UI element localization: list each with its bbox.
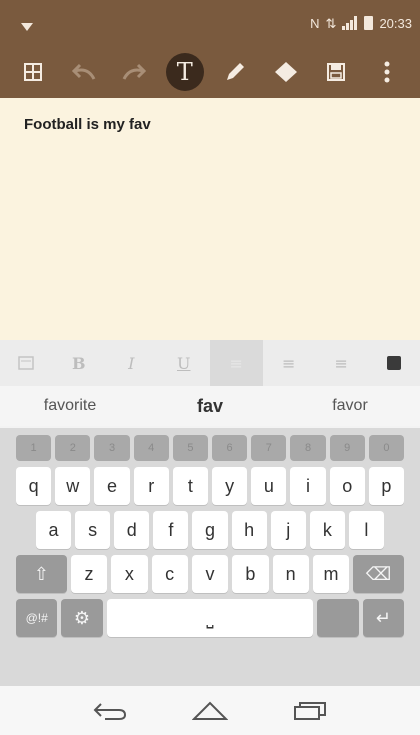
memo-editor[interactable]: Football is my fav xyxy=(0,98,420,340)
key-s[interactable]: s xyxy=(75,511,111,549)
key-m[interactable]: m xyxy=(312,555,350,593)
align-center-button[interactable]: ≡ xyxy=(263,340,316,386)
signal-icon: ⇅ xyxy=(325,15,337,31)
key-y[interactable]: y xyxy=(212,467,248,505)
italic-button[interactable]: I xyxy=(105,340,158,386)
wifi-signal-icon xyxy=(342,16,358,30)
letter-row-3: ⇧ z x c v b n m ⌫ xyxy=(16,555,405,593)
memo-app: N ⇅ 20:33 T Football is my fav B I U ≡ ≡… xyxy=(0,0,420,735)
grid-icon[interactable] xyxy=(14,53,52,91)
underline-button[interactable]: U xyxy=(158,340,211,386)
settings-key[interactable]: ⚙ xyxy=(61,599,103,637)
key-f[interactable]: f xyxy=(153,511,189,549)
nfc-icon: N xyxy=(310,15,320,31)
key-8[interactable]: 8 xyxy=(290,435,326,461)
backspace-key[interactable]: ⌫ xyxy=(353,555,405,593)
key-d[interactable]: d xyxy=(114,511,150,549)
status-icons: N ⇅ 20:33 xyxy=(310,10,412,36)
suggestion-right[interactable]: favor xyxy=(280,397,420,415)
key-4[interactable]: 4 xyxy=(133,435,169,461)
color-swatch xyxy=(386,356,401,370)
key-u[interactable]: u xyxy=(251,467,287,505)
undo-icon[interactable] xyxy=(65,53,103,91)
more-options-icon[interactable] xyxy=(368,53,406,91)
navigation-bar xyxy=(0,686,420,735)
key-h[interactable]: h xyxy=(231,511,267,549)
bold-button[interactable]: B xyxy=(53,340,106,386)
save-icon[interactable] xyxy=(317,53,355,91)
key-n[interactable]: n xyxy=(272,555,309,593)
key-9[interactable]: 9 xyxy=(329,435,365,461)
symbols-key[interactable]: @!# xyxy=(16,599,58,637)
key-o[interactable]: o xyxy=(329,467,365,505)
key-e[interactable]: e xyxy=(94,467,130,505)
key-k[interactable]: k xyxy=(309,511,345,549)
key-l[interactable]: l xyxy=(348,511,384,549)
letter-row-2: a s d f g h j k l xyxy=(16,511,404,549)
bottom-row: @!# ⚙ ⎵ ↵ xyxy=(16,599,404,637)
redo-icon[interactable] xyxy=(115,53,153,91)
battery-icon xyxy=(364,16,374,30)
key-6[interactable]: 6 xyxy=(212,435,248,461)
pen-icon[interactable] xyxy=(216,53,254,91)
key-b[interactable]: b xyxy=(232,555,269,593)
key-c[interactable]: c xyxy=(151,555,188,593)
key-7[interactable]: 7 xyxy=(251,435,287,461)
letter-row-1: q w e r t y u i o p xyxy=(16,467,405,505)
home-icon[interactable] xyxy=(188,696,232,726)
recents-icon[interactable] xyxy=(288,696,332,726)
back-icon[interactable] xyxy=(88,696,132,726)
clock: 20:33 xyxy=(379,15,412,31)
key-5[interactable]: 5 xyxy=(172,435,209,461)
text-color-button[interactable] xyxy=(368,340,420,386)
suggestion-left[interactable]: favorite xyxy=(0,397,140,415)
key-0[interactable]: 0 xyxy=(368,435,405,461)
number-row: 1 2 3 4 5 6 7 8 9 0 xyxy=(16,435,405,461)
key-2[interactable]: 2 xyxy=(55,435,91,461)
period-key[interactable] xyxy=(317,599,359,637)
memo-text[interactable]: Football is my fav xyxy=(24,116,151,133)
text-tool-icon[interactable]: T xyxy=(165,53,204,91)
notification-icon xyxy=(21,23,33,31)
key-i[interactable]: i xyxy=(290,467,326,505)
key-g[interactable]: g xyxy=(192,511,228,549)
key-z[interactable]: z xyxy=(70,555,108,593)
key-1[interactable]: 1 xyxy=(16,435,52,461)
key-v[interactable]: v xyxy=(191,555,229,593)
enter-key[interactable]: ↵ xyxy=(362,599,404,637)
key-j[interactable]: j xyxy=(270,511,306,549)
key-t[interactable]: t xyxy=(172,467,209,505)
suggestion-bar: favorite fav favor xyxy=(0,386,420,426)
align-right-button[interactable]: ≡ xyxy=(315,340,368,386)
align-left-button[interactable]: ≡ xyxy=(210,340,263,386)
keyboard-toggle-icon[interactable] xyxy=(0,340,53,386)
keyboard: 1 2 3 4 5 6 7 8 9 0 q w e r t y u i o p … xyxy=(0,428,420,686)
key-r[interactable]: r xyxy=(133,467,169,505)
shift-key[interactable]: ⇧ xyxy=(16,555,67,593)
space-key[interactable]: ⎵ xyxy=(106,599,314,637)
status-bar: N ⇅ 20:33 xyxy=(0,0,420,46)
key-q[interactable]: q xyxy=(16,467,52,505)
key-a[interactable]: a xyxy=(36,511,72,549)
suggestion-center[interactable]: fav xyxy=(140,396,280,417)
format-bar: B I U ≡ ≡ ≡ xyxy=(0,340,420,386)
eraser-icon[interactable] xyxy=(267,53,305,91)
key-w[interactable]: w xyxy=(55,467,91,505)
memo-toolbar: T xyxy=(0,46,420,98)
key-x[interactable]: x xyxy=(111,555,148,593)
key-3[interactable]: 3 xyxy=(94,435,130,461)
key-p[interactable]: p xyxy=(368,467,405,505)
